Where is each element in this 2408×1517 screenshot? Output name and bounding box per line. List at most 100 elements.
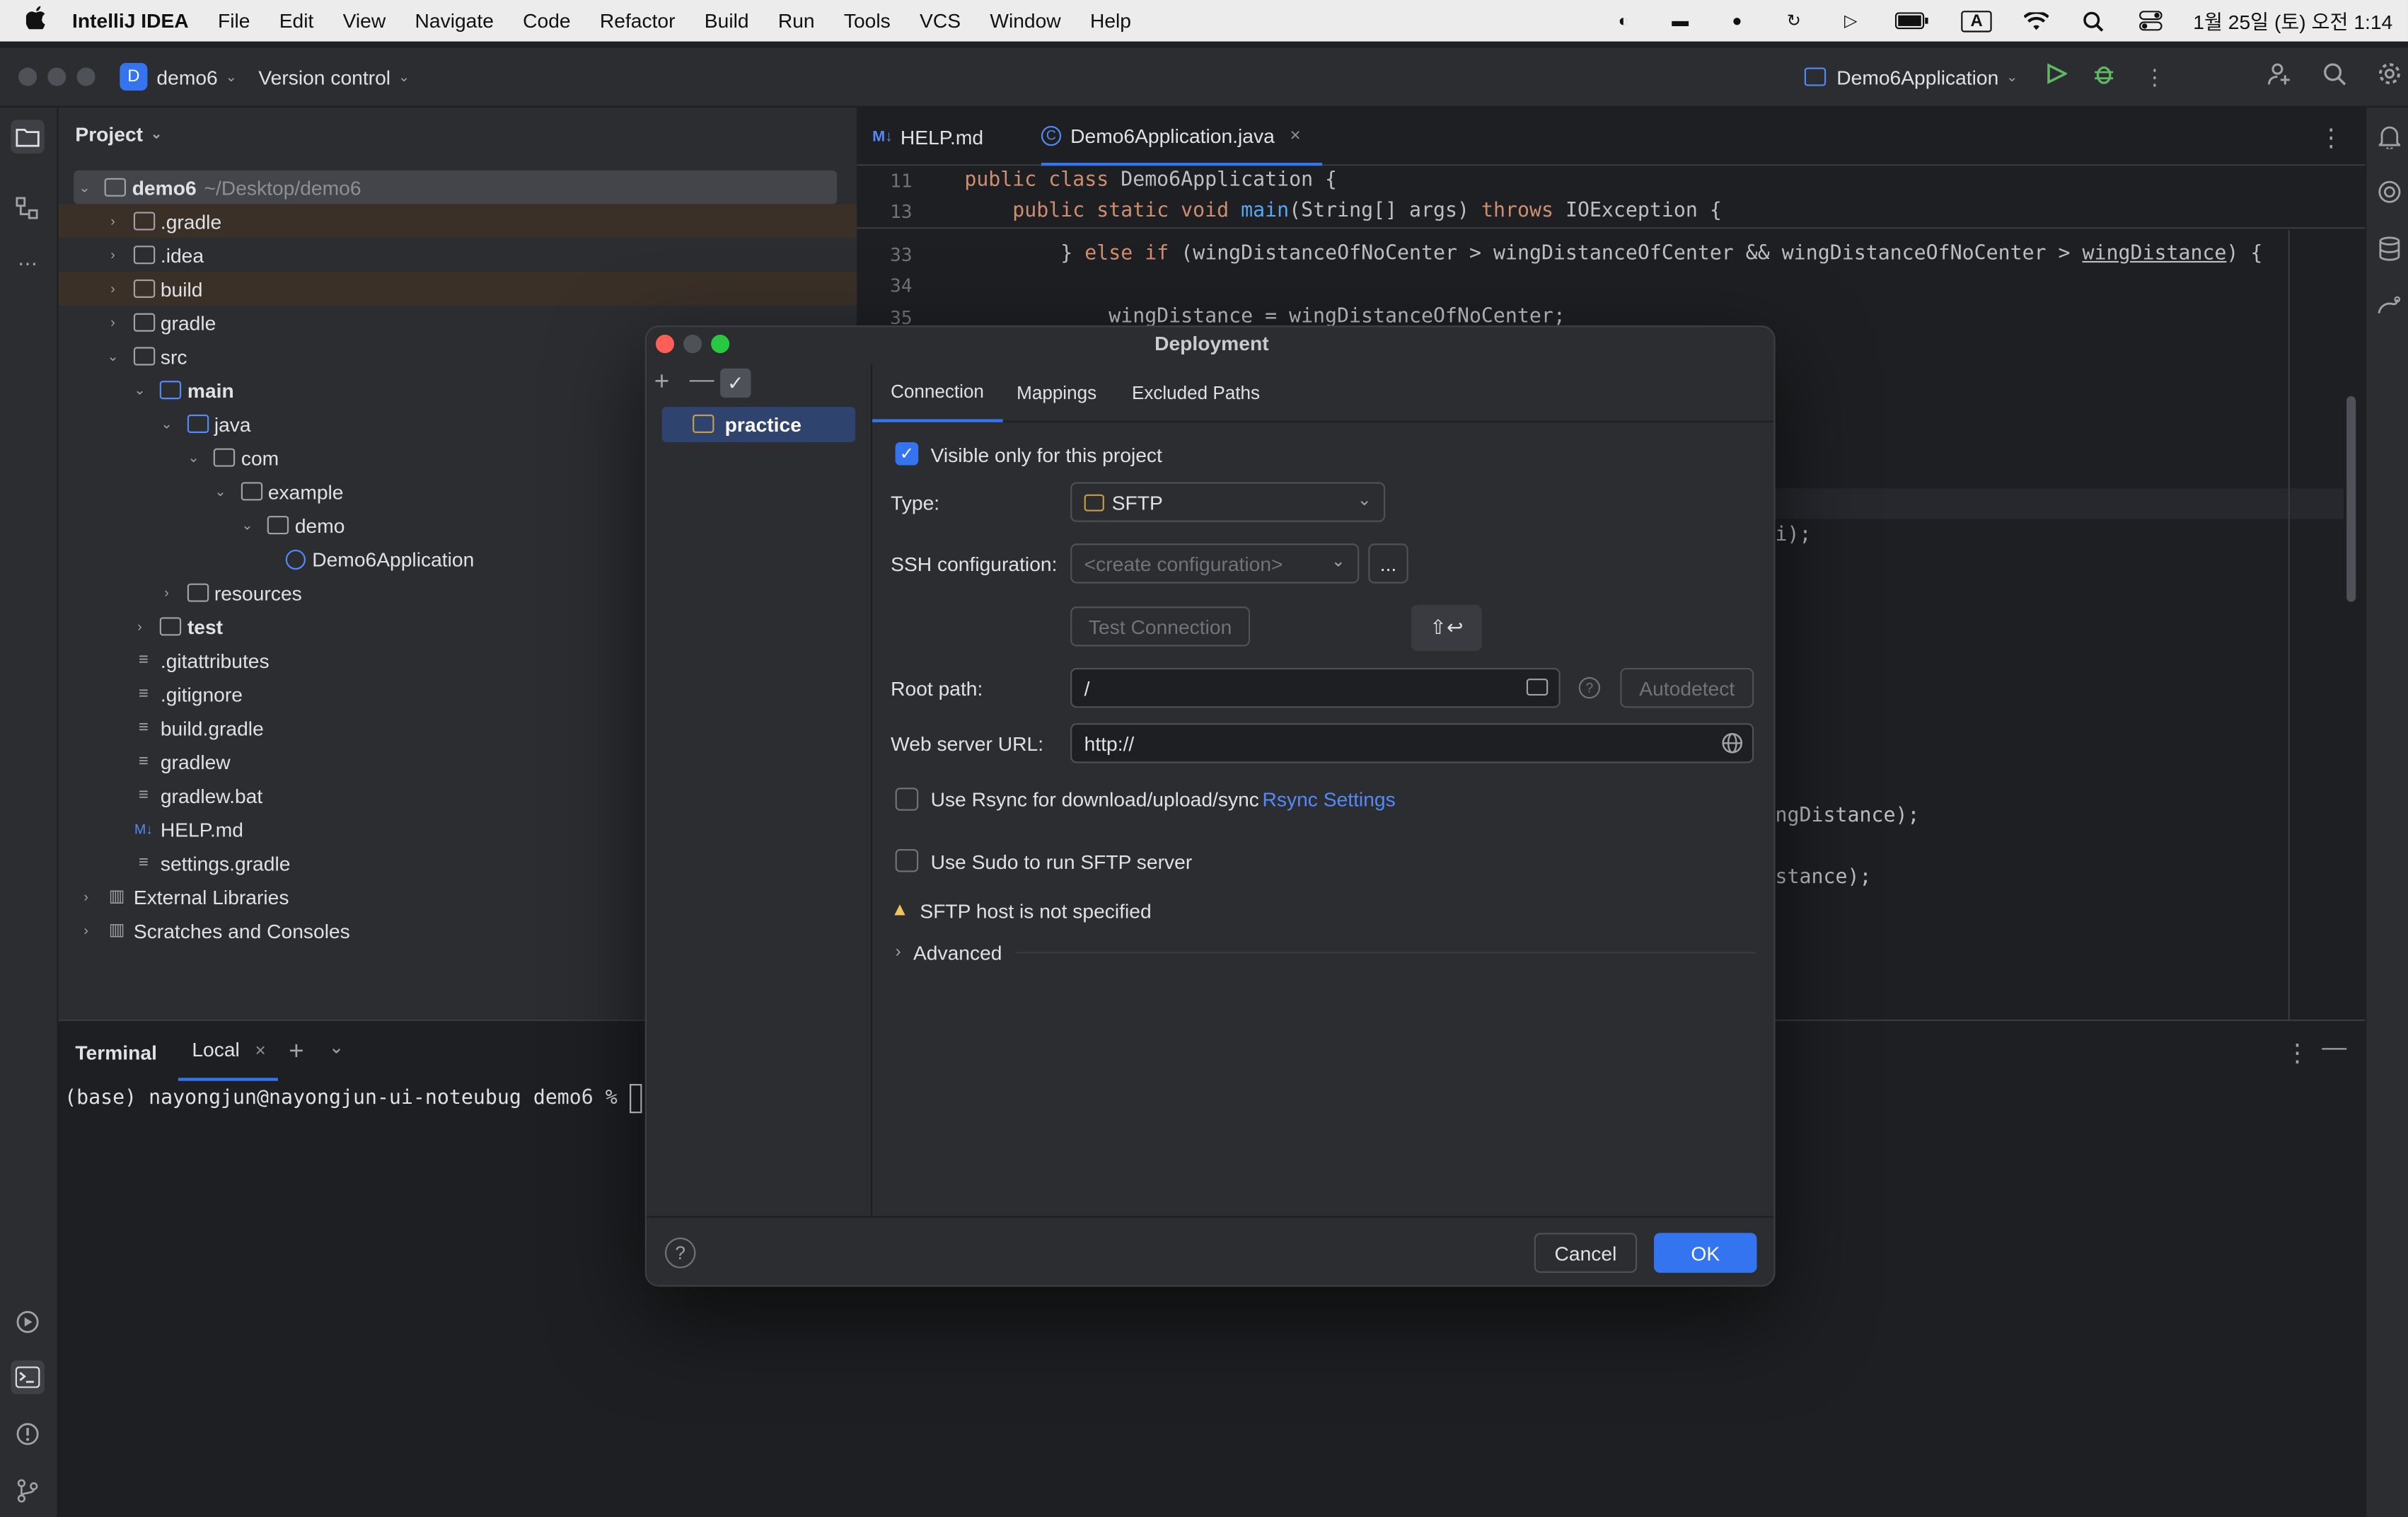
status-app-icon[interactable]: ◐	[1611, 10, 1636, 31]
cancel-button[interactable]: Cancel	[1534, 1233, 1638, 1273]
set-default-check-icon[interactable]: ✓	[720, 368, 751, 398]
menu-vcs[interactable]: VCS	[920, 9, 961, 33]
search-icon[interactable]	[2322, 61, 2346, 93]
minimize-icon[interactable]: —	[2322, 1035, 2346, 1063]
terminal-tab-local[interactable]: Local ×	[178, 1021, 279, 1081]
tab-excluded-paths[interactable]: Excluded Paths	[1132, 364, 1260, 422]
database-icon[interactable]	[2373, 232, 2407, 266]
tab-help-md[interactable]: M↓ HELP.md	[872, 108, 983, 166]
code-fragment[interactable]: ngDistance);	[1776, 804, 1920, 828]
sudo-checkbox[interactable]	[895, 849, 919, 872]
debug-icon[interactable]	[2092, 61, 2117, 93]
visible-only-checkbox[interactable]: ✓	[895, 442, 919, 466]
chevron-right-icon[interactable]: ›	[79, 923, 94, 938]
chevron-right-icon[interactable]: ›	[132, 619, 148, 635]
tab-options-icon[interactable]: ⋮	[2319, 123, 2344, 154]
chevron-right-icon[interactable]: ›	[159, 585, 175, 601]
code-line[interactable]: } else if (wingDistanceOfNoCenter > wing…	[964, 243, 2262, 266]
chevron-right-icon[interactable]: ›	[105, 247, 121, 263]
terminal-output[interactable]: (base) nayongjun@nayongjun-ui-noteubug d…	[64, 1084, 642, 1114]
add-server-icon[interactable]: +	[654, 367, 670, 398]
chevron-down-icon[interactable]: ⌄	[105, 348, 121, 365]
root-path-input[interactable]: /	[1070, 667, 1561, 708]
chevron-down-icon[interactable]: ⌄	[329, 1037, 345, 1058]
vcs-widget[interactable]: Version control ⌄	[258, 65, 410, 88]
ok-button[interactable]: OK	[1654, 1233, 1757, 1273]
more-tools-icon[interactable]: ⋯	[11, 247, 45, 281]
ai-assistant-icon[interactable]	[2373, 175, 2407, 209]
chevron-right-icon[interactable]: ›	[105, 281, 121, 296]
display-icon[interactable]: ▬	[1668, 10, 1693, 31]
chevron-right-icon[interactable]: ›	[105, 214, 121, 229]
terminal-tool-icon[interactable]	[11, 1360, 45, 1395]
notifications-bell-icon[interactable]	[2373, 120, 2407, 154]
globe-icon[interactable]	[1722, 732, 1743, 758]
run-icon[interactable]	[2046, 62, 2068, 91]
tab-mappings[interactable]: Mappings	[1017, 364, 1096, 422]
project-tool-icon[interactable]	[11, 120, 45, 154]
help-button[interactable]: ?	[664, 1238, 696, 1269]
close-icon[interactable]: ×	[255, 1039, 266, 1060]
close-icon[interactable]: ×	[1290, 125, 1300, 146]
wifi-icon[interactable]	[2024, 10, 2049, 31]
git-icon[interactable]	[11, 1474, 45, 1508]
menu-run[interactable]: Run	[778, 9, 815, 33]
sync-icon[interactable]: ↻	[1781, 10, 1806, 31]
tree-root[interactable]: ⌄ demo6 ~/Desktop/demo6	[74, 170, 838, 204]
folder-icon[interactable]	[1526, 679, 1549, 696]
window-close-button[interactable]	[18, 67, 37, 86]
tree-item[interactable]: › .gradle	[58, 204, 857, 238]
chevron-down-icon[interactable]: ⌄	[186, 449, 202, 466]
battery-icon[interactable]	[1895, 10, 1929, 31]
gradle-icon[interactable]	[2373, 289, 2407, 323]
menu-code[interactable]: Code	[523, 9, 570, 33]
add-user-icon[interactable]	[2267, 61, 2291, 93]
structure-tool-icon[interactable]	[11, 192, 45, 226]
problems-icon[interactable]	[11, 1417, 45, 1451]
new-terminal-plus-icon[interactable]: +	[289, 1037, 304, 1067]
code-fragment[interactable]: stance);	[1776, 866, 1872, 889]
chevron-right-icon[interactable]: ›	[79, 889, 94, 904]
rsync-settings-link[interactable]: Rsync Settings	[1262, 788, 1395, 811]
play-icon[interactable]: ▷	[1839, 10, 1863, 31]
chevron-down-icon[interactable]: ⌄	[213, 483, 228, 500]
menu-file[interactable]: File	[218, 9, 250, 33]
run-config-widget[interactable]: Demo6Application ⌄	[1804, 65, 2018, 88]
tab-demo6application[interactable]: C Demo6Application.java ×	[1041, 108, 1323, 166]
test-connection-button[interactable]: Test Connection	[1070, 606, 1251, 647]
menu-view[interactable]: View	[343, 9, 386, 33]
menu-build[interactable]: Build	[705, 9, 749, 33]
ssh-config-browse-button[interactable]: ...	[1368, 543, 1408, 584]
notification-app-icon[interactable]: ●	[1725, 10, 1749, 31]
editor-scrollbar[interactable]	[2346, 396, 2356, 602]
settings-gear-icon[interactable]	[2378, 61, 2402, 93]
code-fragment[interactable]: i);	[1776, 524, 1812, 547]
window-zoom-button[interactable]	[76, 67, 95, 86]
tab-connection[interactable]: Connection	[872, 364, 1002, 422]
input-source-icon[interactable]: A	[1961, 10, 1992, 32]
menu-help[interactable]: Help	[1090, 9, 1131, 33]
rsync-checkbox[interactable]	[895, 788, 919, 811]
autodetect-button[interactable]: Autodetect	[1620, 667, 1754, 708]
clock[interactable]: 1월 25일 (토) 오전 1:14	[2193, 6, 2392, 35]
ssh-config-select[interactable]: <create configuration> ⌄	[1070, 543, 1360, 584]
type-select[interactable]: SFTP ⌄	[1070, 482, 1386, 522]
project-widget[interactable]: D demo6 ⌄	[120, 62, 237, 91]
chevron-down-icon[interactable]: ⌄	[159, 415, 175, 432]
remove-server-icon[interactable]: —	[690, 367, 714, 395]
control-center-icon[interactable]	[2138, 10, 2163, 31]
menu-edit[interactable]: Edit	[279, 9, 314, 33]
chevron-down-icon[interactable]: ⌄	[132, 381, 148, 398]
code-line[interactable]: public class Demo6Application {	[964, 169, 1337, 192]
menu-navigate[interactable]: Navigate	[415, 9, 494, 33]
chevron-down-icon[interactable]: ⌄	[240, 517, 255, 533]
tree-item[interactable]: › .idea	[58, 238, 857, 272]
apple-icon[interactable]	[25, 6, 46, 35]
tree-item[interactable]: › build	[58, 272, 857, 306]
window-minimize-button[interactable]	[47, 67, 66, 86]
help-icon[interactable]: ?	[1578, 676, 1601, 699]
web-url-input[interactable]: http://	[1070, 723, 1754, 763]
project-panel-header[interactable]: Project ⌄	[75, 123, 162, 146]
server-item-practice[interactable]: practice	[661, 407, 856, 442]
dialog-titlebar[interactable]: Deployment	[647, 327, 1773, 364]
